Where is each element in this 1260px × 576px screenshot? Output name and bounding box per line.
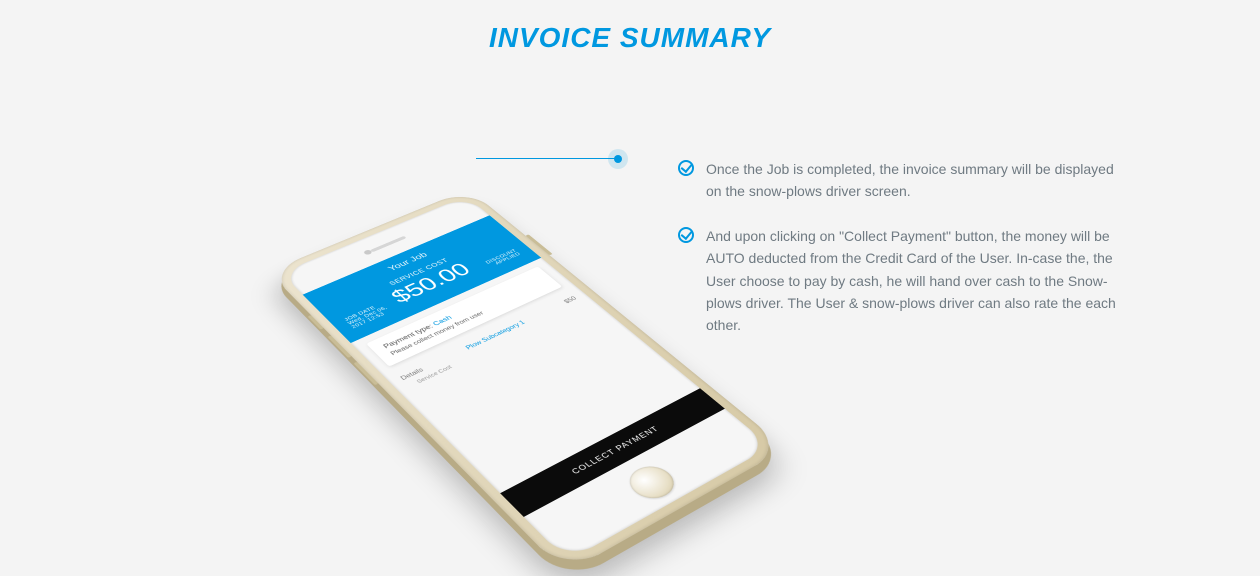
feature-list: Once the Job is completed, the invoice s…	[678, 158, 1128, 359]
job-date-block: JOB DATE Wed, Dec 06, 2017 12:53	[344, 297, 404, 329]
check-circle-icon	[678, 160, 694, 176]
check-circle-icon	[678, 227, 694, 243]
page-title: INVOICE SUMMARY	[0, 0, 1260, 54]
feature-text: And upon clicking on "Collect Payment" b…	[706, 225, 1128, 337]
collect-payment-button[interactable]: COLLECT PAYMENT	[500, 388, 725, 517]
feature-item: And upon clicking on "Collect Payment" b…	[678, 225, 1128, 337]
discount-block: DISCOUNT APPLIED	[469, 249, 522, 276]
phone-home-button[interactable]	[621, 460, 683, 504]
connector-dot	[614, 155, 622, 163]
feature-item: Once the Job is completed, the invoice s…	[678, 158, 1128, 203]
phone-mute-switch	[308, 315, 324, 330]
feature-text: Once the Job is completed, the invoice s…	[706, 158, 1128, 203]
discount-label: DISCOUNT APPLIED	[469, 249, 522, 276]
content-area: Your Job JOB DATE Wed, Dec 06, 2017 12:5…	[0, 54, 1260, 514]
connector-line	[476, 158, 616, 159]
